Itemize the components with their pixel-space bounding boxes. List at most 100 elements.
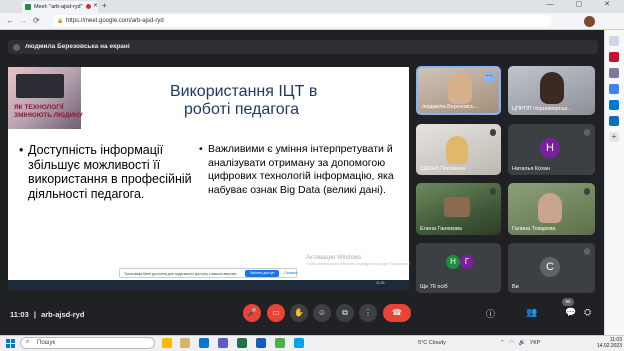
reload-icon[interactable]: ⟳ (33, 16, 40, 25)
laptop-image (16, 74, 64, 98)
lock-icon: 🔒 (57, 18, 64, 24)
mic-off-icon (584, 129, 590, 136)
activities-icon[interactable]: ⛭ (584, 307, 591, 318)
excel-icon[interactable] (237, 338, 247, 348)
participant-tile[interactable]: Галина Токарева (508, 183, 595, 235)
chrome-icon[interactable] (275, 338, 285, 348)
participant-avatar: С (540, 257, 560, 277)
shared-screen-taskbar (8, 280, 409, 290)
leave-call-button[interactable]: ☎ (383, 304, 411, 322)
meeting-details-icon[interactable]: ⓘ (486, 307, 495, 320)
photo-caption-line2: ЗМІНЮЮТЬ ЛЮДИНУ (14, 112, 83, 119)
notice-text: Трансляція Meet доступна для подальшого … (124, 272, 238, 276)
notice-change-access-button[interactable]: Змінити доступ (245, 270, 279, 277)
participant-tile[interactable]: ⋯ людмила Березовсь... (416, 66, 501, 115)
participant-tile[interactable]: Н Наталья Кохан (508, 124, 595, 175)
window-controls[interactable]: — ▢ ✕ (547, 0, 620, 8)
chat-icon[interactable]: 💬 (565, 307, 576, 318)
captions-icon: ✋ (294, 308, 304, 317)
emoji-icon: ☺ (317, 308, 327, 317)
notice-hide-link[interactable]: Сховати (284, 271, 297, 275)
present-icon: ⧉ (342, 308, 348, 317)
participant-name: ЦПРПП Чорноморськ... (512, 106, 572, 112)
slide-title-line2: роботі педагога (184, 101, 300, 118)
clock-date: 14.02.2023 (596, 343, 622, 349)
participant-tile-others[interactable]: Н Г Ще 76 осіб (416, 243, 501, 293)
participant-video (444, 197, 470, 217)
edge-icon[interactable] (199, 338, 209, 348)
presenter-avatar (13, 44, 20, 51)
add-sidebar-app-icon[interactable]: + (609, 132, 619, 142)
outlook-icon[interactable] (609, 116, 619, 126)
new-tab-button[interactable]: + (102, 1, 107, 10)
close-tab-icon[interactable]: ✕ (93, 2, 98, 9)
search-sidebar-icon[interactable] (609, 36, 619, 46)
participant-tile[interactable]: ЗДОНЗ Перлинка (416, 124, 501, 175)
participant-video (446, 136, 468, 164)
search-placeholder: Пошук (37, 340, 56, 346)
participant-name: ЗДОНЗ Перлинка (420, 166, 465, 172)
browser-tab-meet[interactable]: Meet: "arb-ajsd-ryd" ✕ (22, 1, 98, 13)
participant-tile[interactable]: ЦПРПП Чорноморськ... (508, 66, 595, 115)
url-text: https://meet.google.com/arb-ajsd-ryd (66, 18, 164, 24)
volume-icon[interactable]: 🔊 (518, 340, 525, 346)
mic-off-icon (584, 248, 590, 255)
meeting-code: arb-ajsd-ryd (41, 310, 85, 319)
camera-off-icon: ▭ (272, 308, 280, 317)
taskview-icon[interactable] (162, 338, 172, 348)
language-indicator[interactable]: УКР (530, 340, 540, 346)
shared-screen-clock: 11:03 (376, 281, 385, 285)
camera-off-button[interactable]: ▭ (267, 304, 285, 322)
participant-name: Галина Токарева (512, 226, 556, 232)
app-icon[interactable] (294, 338, 304, 348)
more-options-icon[interactable]: ⋯ (484, 72, 495, 83)
emoji-button[interactable]: ☺ (313, 304, 331, 322)
search-icon: ⌕ (26, 339, 30, 345)
office-icon[interactable] (609, 100, 619, 110)
windows-activation-subtext: Чтобы активировать Windows, перейдите в … (306, 262, 412, 266)
bullet-dot: • (19, 143, 24, 157)
weather-widget[interactable]: 5°C Cloudy (418, 340, 446, 346)
url-field[interactable]: 🔒 https://meet.google.com/arb-ajsd-ryd (52, 15, 552, 27)
word-icon[interactable] (256, 338, 266, 348)
present-button[interactable]: ⧉ (336, 304, 354, 322)
slide-bullet-right: • Важливими є уміння інтерпретувати й ан… (199, 143, 408, 197)
participant-video (448, 74, 472, 104)
windows-activation-watermark: Активация Windows (306, 255, 362, 261)
taskbar-clock[interactable]: 11:03 14.02.2023 (592, 337, 622, 349)
participant-name: Елена Ганюкова (420, 226, 462, 232)
meet-favicon-icon (25, 4, 31, 10)
bullet-dot: • (199, 143, 203, 155)
chevron-up-icon[interactable]: ⌃ (500, 340, 505, 346)
tools-icon[interactable] (609, 68, 619, 78)
shopping-icon[interactable] (609, 52, 619, 62)
participant-name: людмила Березовсь... (422, 104, 479, 110)
back-arrow-icon[interactable]: ← (6, 16, 14, 25)
file-explorer-icon[interactable] (180, 338, 190, 348)
slide-title-line1: Використання ІЦТ в (170, 83, 318, 100)
participant-tile-self[interactable]: С Ви (508, 243, 595, 293)
forward-arrow-icon[interactable]: → (19, 16, 27, 25)
games-icon[interactable] (609, 84, 619, 94)
separator: | (33, 310, 36, 319)
hang-up-icon: ☎ (392, 308, 402, 317)
more-options-button[interactable]: ⋮ (359, 304, 377, 322)
participant-tile[interactable]: Елена Ганюкова (416, 183, 501, 235)
meeting-time: 11:03 (10, 310, 29, 319)
store-icon[interactable] (218, 338, 228, 348)
mic-off-button[interactable]: 🎤 (243, 304, 261, 322)
captions-button[interactable]: ✋ (290, 304, 308, 322)
taskbar-search-input[interactable]: ⌕ Пошук (20, 337, 155, 349)
participant-name: Наталья Кохан (512, 166, 550, 172)
participant-avatar: Н (446, 255, 460, 269)
participant-name: Ви (512, 284, 519, 290)
mic-off-icon: 🎤 (247, 308, 257, 317)
system-tray[interactable]: ⌃ ◠ 🔊 УКР (500, 340, 540, 346)
windows-start-icon[interactable] (6, 339, 15, 348)
profile-avatar[interactable] (584, 16, 595, 27)
network-icon[interactable]: ◠ (509, 340, 514, 346)
meeting-info: 11:03 | arb-ajsd-ryd (10, 310, 84, 319)
more-vert-icon: ⋮ (364, 308, 372, 317)
mic-off-icon (490, 129, 496, 136)
people-icon[interactable]: 👥 (526, 307, 537, 318)
